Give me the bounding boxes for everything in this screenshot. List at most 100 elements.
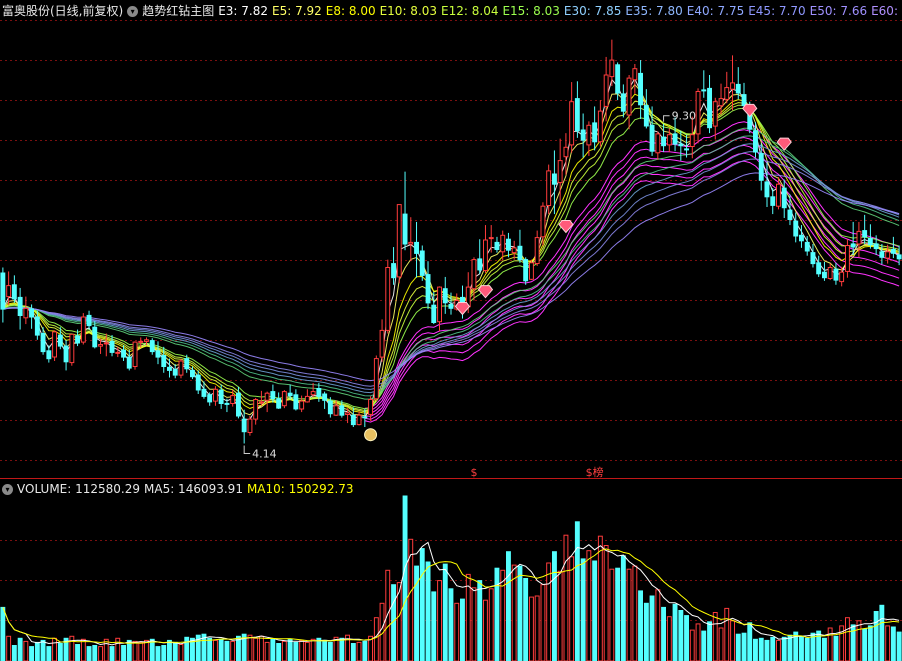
candle[interactable] (396, 204, 402, 278)
candle[interactable] (230, 395, 236, 405)
volume-bar[interactable] (546, 562, 552, 661)
candle[interactable] (529, 262, 534, 280)
volume-bar[interactable] (362, 640, 368, 661)
volume-bar[interactable] (684, 615, 689, 661)
candle[interactable] (781, 187, 787, 209)
volume-bar[interactable] (109, 646, 115, 661)
candle[interactable] (799, 234, 804, 242)
volume-bar[interactable] (724, 607, 730, 661)
volume-bar[interactable] (184, 636, 190, 661)
candle[interactable] (431, 304, 437, 324)
volume-bar[interactable] (661, 606, 666, 661)
candle[interactable] (270, 391, 276, 400)
candle[interactable] (620, 93, 626, 112)
candle[interactable] (259, 401, 264, 404)
candle[interactable] (126, 356, 132, 369)
volume-bar[interactable] (620, 555, 626, 661)
candle[interactable] (534, 237, 540, 265)
volume-bar[interactable] (707, 621, 712, 661)
candle[interactable] (494, 241, 500, 250)
volume-bar[interactable] (747, 622, 753, 661)
volume-bar[interactable] (626, 568, 632, 661)
volume-bar[interactable] (57, 643, 63, 661)
volume-bar[interactable] (172, 641, 178, 661)
candle[interactable] (345, 412, 351, 415)
volume-bar[interactable] (477, 580, 483, 661)
candle[interactable] (419, 250, 425, 276)
candle[interactable] (52, 331, 57, 358)
candle[interactable] (253, 399, 259, 420)
indicator-name[interactable]: 趋势红钻主图 (142, 4, 214, 18)
volume-bar[interactable] (827, 627, 833, 661)
volume-bar[interactable] (609, 568, 615, 661)
volume-bar[interactable] (138, 641, 144, 661)
volume-bar[interactable] (356, 641, 362, 661)
volume-bar[interactable] (161, 645, 167, 661)
candle[interactable] (385, 267, 391, 331)
candle[interactable] (833, 268, 839, 281)
candle[interactable] (132, 341, 138, 368)
volume-bar[interactable] (712, 612, 718, 661)
volume-bar[interactable] (701, 630, 707, 661)
volume-bar[interactable] (230, 640, 236, 661)
candle[interactable] (190, 369, 195, 378)
volume-bar[interactable] (764, 639, 770, 661)
candle[interactable] (224, 402, 230, 405)
volume-bar[interactable] (17, 637, 23, 661)
volume-bar[interactable] (523, 578, 529, 661)
volume-bar[interactable] (448, 588, 454, 661)
volume-bar[interactable] (34, 641, 40, 661)
candle[interactable] (80, 316, 86, 343)
volume-bar[interactable] (787, 634, 793, 661)
candle[interactable] (46, 350, 52, 360)
volume-bar[interactable] (29, 646, 35, 661)
candle[interactable] (373, 358, 379, 400)
candle[interactable] (862, 230, 868, 238)
candle[interactable] (69, 333, 75, 364)
candle[interactable] (167, 366, 172, 371)
candle[interactable] (402, 213, 408, 245)
volume-bar[interactable] (259, 635, 264, 661)
candle[interactable] (23, 307, 29, 319)
candle[interactable] (684, 148, 689, 151)
candle[interactable] (138, 340, 144, 343)
candle[interactable] (741, 94, 747, 107)
candle[interactable] (11, 284, 17, 300)
candle[interactable] (184, 358, 190, 370)
candle[interactable] (437, 286, 443, 323)
volume-bar[interactable] (419, 548, 425, 661)
candle[interactable] (293, 394, 299, 410)
candle[interactable] (414, 241, 420, 254)
volume-bar[interactable] (885, 625, 891, 661)
candle[interactable] (890, 248, 896, 254)
candle[interactable] (701, 89, 707, 92)
volume-bar[interactable] (804, 637, 810, 661)
volume-bar[interactable] (270, 638, 276, 661)
candle[interactable] (75, 335, 80, 344)
candle[interactable] (362, 416, 368, 419)
volume-bar[interactable] (879, 604, 885, 661)
volume-bar[interactable] (753, 638, 758, 661)
candle[interactable] (195, 374, 201, 391)
volume-bar[interactable] (299, 639, 305, 661)
volume-bar[interactable] (517, 565, 523, 661)
volume-bar[interactable] (310, 638, 316, 661)
candle[interactable] (327, 400, 333, 415)
candle[interactable] (98, 344, 103, 347)
stock-chart-canvas[interactable]: 9.30 4.14 $ $榜 (0, 0, 902, 661)
volume-bar[interactable] (666, 616, 672, 661)
candle[interactable] (425, 274, 431, 304)
volume-bar[interactable] (276, 643, 282, 661)
volume-bar[interactable] (672, 603, 678, 661)
volume-bar[interactable] (0, 606, 6, 661)
volume-bar[interactable] (80, 638, 86, 661)
candle[interactable] (155, 350, 161, 358)
candle[interactable] (626, 77, 632, 116)
volume-bar[interactable] (856, 620, 862, 661)
candle[interactable] (638, 72, 643, 106)
candle[interactable] (666, 134, 672, 146)
candle[interactable] (649, 124, 655, 152)
volume-bar[interactable] (534, 595, 540, 661)
candle[interactable] (609, 59, 615, 78)
candle[interactable] (63, 345, 69, 363)
